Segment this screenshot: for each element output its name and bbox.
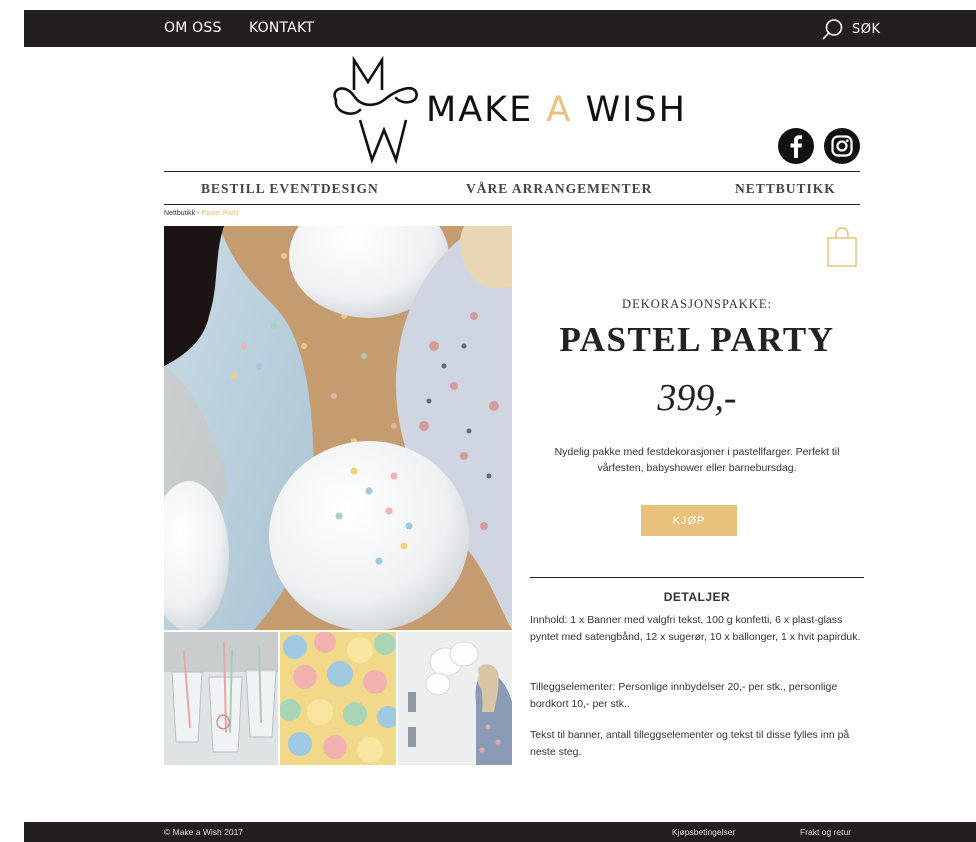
product-thumbnail-confetti[interactable]: [280, 632, 396, 765]
nav-link-kontakt[interactable]: KONTAKT: [249, 20, 314, 36]
facebook-icon: [790, 135, 802, 158]
product-price: 399,-: [657, 377, 737, 419]
footer-link-kjopsbetingelser[interactable]: Kjøpsbetingelser: [672, 827, 735, 837]
site-logo[interactable]: MAKE A WISH: [330, 56, 700, 166]
search-label: SØK: [852, 21, 881, 37]
logo-word-make: MAKE: [426, 90, 534, 130]
thumbnail-cups-illustration: [164, 632, 278, 765]
product-main-image[interactable]: [164, 226, 512, 630]
shopping-bag-icon: [827, 227, 857, 267]
main-nav-vare-arrangementer[interactable]: VÅRE ARRANGEMENTER: [466, 181, 652, 197]
product-category: DEKORASJONSPAKKE:: [622, 297, 772, 311]
details-note: Tekst til banner, antall tilleggselement…: [530, 729, 850, 758]
product-thumbnail-cups[interactable]: [164, 632, 278, 765]
details-divider: [530, 577, 864, 578]
breadcrumb-current: Pastel Party: [201, 210, 240, 217]
footer: © Make a Wish 2017 Kjøpsbetingelser Frak…: [24, 822, 976, 842]
main-nav-nettbutikk[interactable]: NETTBUTIKK: [735, 181, 836, 197]
logo-word-wish: WISH: [585, 90, 687, 130]
breadcrumb-nettbutikk[interactable]: Nettbutikk: [164, 210, 195, 217]
footer-link-frakt-og-retur[interactable]: Frakt og retur: [800, 827, 851, 837]
logo-monogram-icon: [333, 56, 418, 165]
details-heading: DETALJER: [663, 590, 731, 604]
main-nav-bestill-eventdesign[interactable]: BESTILL EVENTDESIGN: [201, 181, 379, 197]
instagram-icon: [831, 135, 853, 157]
logo-word-a: A: [546, 90, 573, 130]
logo-wordmark: MAKE A WISH: [426, 90, 687, 130]
breadcrumb: Nettbutikk - Pastel Party: [164, 210, 239, 217]
search-icon: [822, 19, 843, 40]
details-addons: Tilleggselementer: Personlige innbydelse…: [530, 681, 838, 710]
details-contents: Innhold: 1 x Banner med valgfri tekst, 1…: [530, 614, 861, 643]
buy-button[interactable]: KJØP: [641, 505, 737, 536]
nav-link-om-oss[interactable]: OM OSS: [164, 20, 222, 36]
search-button[interactable]: SØK: [822, 18, 881, 40]
product-photo-illustration: [164, 226, 512, 630]
footer-copyright: © Make a Wish 2017: [164, 827, 244, 837]
cart-button[interactable]: [826, 226, 858, 268]
product-description: Nydelig pakke med festdekorasjoner i pas…: [554, 446, 840, 474]
thumbnail-confetti-illustration: [280, 632, 396, 765]
product-thumbnail-balloons[interactable]: [398, 632, 512, 765]
main-nav: BESTILL EVENTDESIGN VÅRE ARRANGEMENTER N…: [164, 171, 860, 205]
facebook-link[interactable]: [778, 128, 814, 164]
top-bar: OM OSS KONTAKT SØK: [24, 10, 976, 47]
product-title: PASTEL PARTY: [559, 320, 835, 359]
thumbnail-balloons-illustration: [398, 632, 512, 765]
instagram-link[interactable]: [824, 128, 860, 164]
